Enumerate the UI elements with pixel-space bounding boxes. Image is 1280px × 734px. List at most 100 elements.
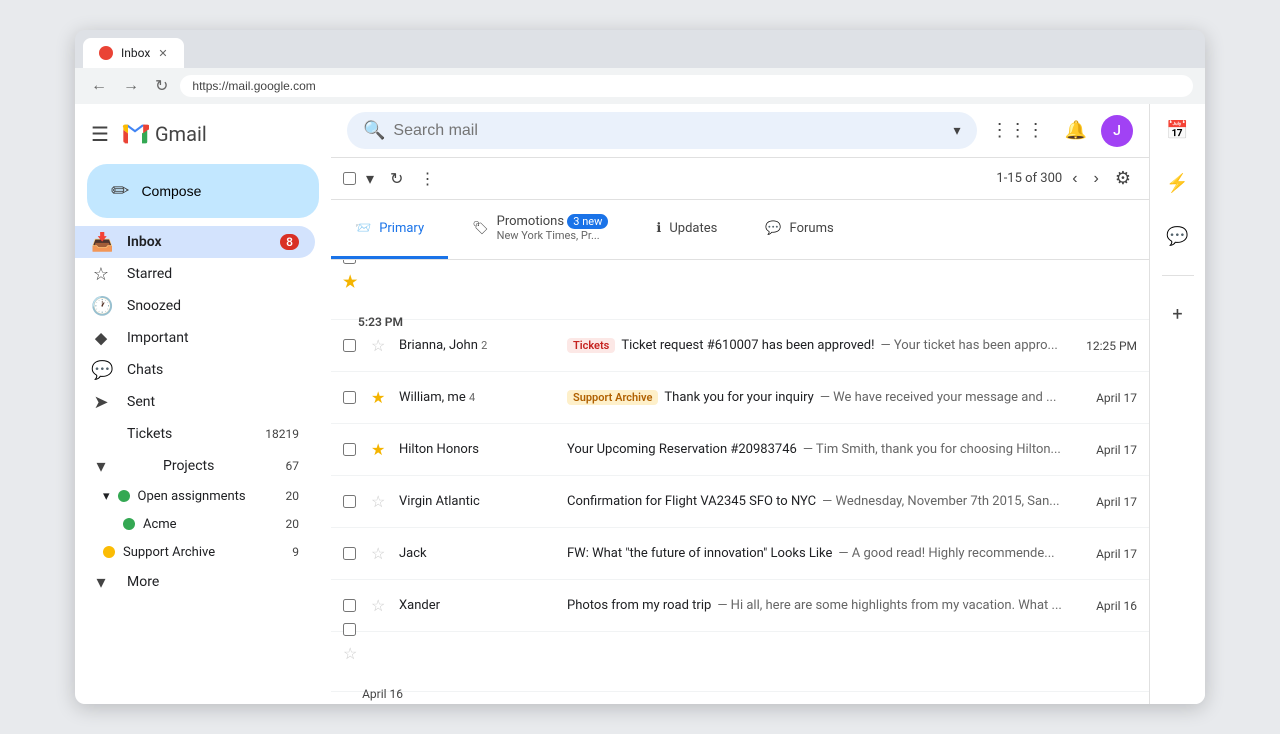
email-checkbox[interactable] xyxy=(343,260,356,264)
sidebar: ☰ Gmail ✏ Compose 📥 xyxy=(75,104,331,704)
email-star[interactable]: ☆ xyxy=(371,596,391,615)
url-bar[interactable] xyxy=(180,75,1193,97)
calendar-icon[interactable]: 📅 xyxy=(1158,112,1196,149)
tab-primary[interactable]: 📨 Primary xyxy=(331,200,448,259)
email-preview: — A good read! Highly recommende... xyxy=(838,546,1054,561)
email-star[interactable]: ★ xyxy=(371,440,391,459)
tab-updates[interactable]: ℹ Updates xyxy=(632,200,741,259)
search-bar[interactable]: 🔍 ▾ xyxy=(347,112,977,149)
sidebar-item-snoozed[interactable]: 🕐 Snoozed xyxy=(75,290,315,322)
notifications-icon[interactable]: 🔔 xyxy=(1059,114,1093,147)
sidebar-item-tickets-label: Tickets xyxy=(127,426,249,442)
email-preview: — Hi all, here are some highlights from … xyxy=(717,598,1061,613)
tab-promotions[interactable]: 🏷 Promotions 3 new New York Times, Pr... xyxy=(448,200,632,259)
email-checkbox[interactable] xyxy=(343,495,356,508)
email-star[interactable]: ☆ xyxy=(343,644,363,663)
email-sender: Xander xyxy=(399,598,559,613)
select-all-checkbox[interactable] xyxy=(343,172,356,185)
sidebar-item-projects-label: Projects xyxy=(163,458,270,474)
email-row[interactable]: ☆ Virgin Atlantic Confirmation for Fligh… xyxy=(331,476,1149,528)
search-input[interactable] xyxy=(393,122,945,140)
tab-close-btn[interactable]: ✕ xyxy=(158,47,167,60)
sidebar-item-inbox[interactable]: 📥 Inbox 8 xyxy=(75,226,315,258)
email-checkbox[interactable] xyxy=(343,599,356,612)
compose-button[interactable]: ✏ Compose xyxy=(87,164,319,218)
tab-forums[interactable]: 💬 Forums xyxy=(741,200,857,259)
compose-label: Compose xyxy=(141,183,201,199)
hamburger-menu-icon[interactable]: ☰ xyxy=(91,122,109,146)
email-sender: William, me 4 xyxy=(399,390,559,405)
sent-icon: ➤ xyxy=(91,392,111,413)
sidebar-item-support-archive-label: Support Archive xyxy=(123,545,284,560)
sidebar-item-more[interactable]: ▾ More xyxy=(75,566,315,598)
sidebar-item-projects[interactable]: ▾ Projects 67 xyxy=(75,450,315,482)
email-row[interactable]: ☆ Peter, Shalini 2 Business trip — Hi, I… xyxy=(331,692,1149,704)
email-checkbox[interactable] xyxy=(343,547,356,560)
forward-btn[interactable]: → xyxy=(119,73,143,99)
email-star[interactable]: ☆ xyxy=(371,492,391,511)
email-row[interactable]: ☆ Richard, Matthew, me 3 Product Strateg… xyxy=(331,632,1149,692)
sidebar-item-acme[interactable]: Acme 20 xyxy=(75,510,315,538)
settings-btn[interactable]: ⚙ xyxy=(1109,162,1137,195)
next-page-btn[interactable]: › xyxy=(1088,164,1105,194)
email-star[interactable]: ★ xyxy=(343,272,363,291)
apps-icon[interactable]: ⋮⋮⋮ xyxy=(985,114,1051,147)
select-dropdown-btn[interactable]: ▾ xyxy=(360,163,380,195)
email-time: April 17 xyxy=(1077,391,1137,405)
email-preview: — Tim Smith, thank you for choosing Hilt… xyxy=(803,442,1061,457)
email-star[interactable]: ☆ xyxy=(371,336,391,355)
email-row[interactable]: ☆ Xander Photos from my road trip — Hi a… xyxy=(331,580,1149,632)
sidebar-item-open-assignments[interactable]: ▾ Open assignments 20 xyxy=(75,482,315,510)
email-preview: — Your ticket has been appro... xyxy=(880,338,1057,353)
refresh-emails-btn[interactable]: ↻ xyxy=(384,163,409,195)
email-row[interactable]: ★ William, me 4 Support Archive Thank yo… xyxy=(331,372,1149,424)
sidebar-item-chats[interactable]: 💬 Chats xyxy=(75,354,315,386)
more-actions-btn[interactable]: ⋮ xyxy=(413,163,441,195)
email-time: 12:25 PM xyxy=(1077,339,1137,353)
sidebar-item-tickets[interactable]: Tickets 18219 xyxy=(75,418,315,450)
email-toolbar: ▾ ↻ ⋮ 1-15 of 300 ‹ › ⚙ xyxy=(331,158,1149,200)
refresh-btn[interactable]: ↻ xyxy=(151,72,172,100)
email-checkbox[interactable] xyxy=(343,623,356,636)
sidebar-item-important[interactable]: ⬥ Important xyxy=(75,322,315,354)
sidebar-item-more-label: More xyxy=(127,574,299,590)
sidebar-item-support-archive[interactable]: Support Archive 9 xyxy=(75,538,315,566)
email-label-badge: Support Archive xyxy=(567,390,658,405)
sidebar-item-chats-label: Chats xyxy=(127,362,299,378)
email-sender: Virgin Atlantic xyxy=(399,494,559,509)
inbox-icon: 📥 xyxy=(91,232,111,253)
sidebar-item-starred[interactable]: ☆ Starred xyxy=(75,258,315,290)
browser-tab[interactable]: Inbox ✕ xyxy=(83,38,184,68)
open-assignments-dot-icon xyxy=(118,490,130,502)
email-row[interactable]: ★ Julia Wen INK-42 Sales Cont... - Could… xyxy=(331,260,1149,320)
topbar: 🔍 ▾ ⋮⋮⋮ 🔔 J xyxy=(331,104,1149,158)
add-plugin-icon[interactable]: + xyxy=(1164,296,1190,333)
search-dropdown-icon[interactable]: ▾ xyxy=(954,123,961,139)
email-checkbox[interactable] xyxy=(343,339,356,352)
sidebar-item-starred-label: Starred xyxy=(127,266,299,282)
tasks-icon[interactable]: ⚡ xyxy=(1158,165,1196,202)
gmail-logo: Gmail xyxy=(121,120,207,148)
back-btn[interactable]: ← xyxy=(87,73,111,99)
sidebar-item-sent[interactable]: ➤ Sent xyxy=(75,386,315,418)
prev-page-btn[interactable]: ‹ xyxy=(1066,164,1083,194)
gmail-logo-svg xyxy=(121,120,149,148)
email-row[interactable]: ☆ Jack FW: What "the future of innovatio… xyxy=(331,528,1149,580)
main-content: 🔍 ▾ ⋮⋮⋮ 🔔 J ▾ ↻ ⋮ 1-15 of 300 ‹ xyxy=(331,104,1149,704)
chat-icon[interactable]: 💬 xyxy=(1158,218,1196,255)
email-checkbox[interactable] xyxy=(343,443,356,456)
email-checkbox-area xyxy=(343,339,363,352)
email-row[interactable]: ☆ Brianna, John 2 Tickets Ticket request… xyxy=(331,320,1149,372)
email-checkbox[interactable] xyxy=(343,391,356,404)
email-star[interactable]: ☆ xyxy=(371,544,391,563)
acme-badge: 20 xyxy=(286,517,300,531)
email-checkbox-area xyxy=(343,623,363,636)
email-star[interactable]: ★ xyxy=(371,388,391,407)
topbar-icons: ⋮⋮⋮ 🔔 J xyxy=(985,114,1133,147)
email-checkbox-area xyxy=(343,599,363,612)
user-avatar[interactable]: J xyxy=(1101,115,1133,147)
promotions-tab-icon: 🏷 xyxy=(472,221,489,236)
email-row[interactable]: ★ Hilton Honors Your Upcoming Reservatio… xyxy=(331,424,1149,476)
right-panel-divider xyxy=(1162,275,1194,276)
gmail-app: ☰ Gmail ✏ Compose 📥 xyxy=(75,104,1205,704)
